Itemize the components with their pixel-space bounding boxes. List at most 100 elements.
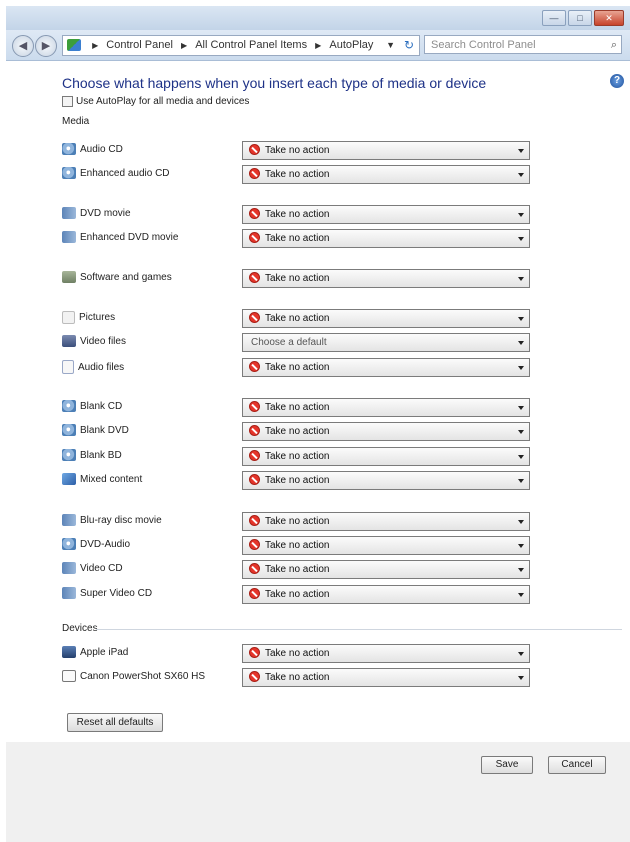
video-icon: [62, 335, 76, 347]
action-dropdown[interactable]: Take no action: [242, 644, 530, 663]
media-type-label: Super Video CD: [62, 587, 152, 599]
media-type-label: Video CD: [62, 562, 123, 574]
search-input[interactable]: Search Control Panel ⌕: [424, 35, 622, 54]
action-dropdown[interactable]: Take no action: [242, 229, 530, 248]
chevron-down-icon[interactable]: [518, 568, 524, 572]
chevron-down-icon[interactable]: [518, 520, 524, 524]
back-button[interactable]: ◀: [12, 35, 34, 57]
action-dropdown[interactable]: Take no action: [242, 447, 530, 466]
no-action-icon: [249, 401, 260, 412]
cancel-button[interactable]: Cancel: [548, 756, 606, 774]
action-dropdown[interactable]: Take no action: [242, 358, 530, 377]
media-type-label: Enhanced audio CD: [62, 167, 170, 179]
address-bar[interactable]: ▶ Control Panel ▶ All Control Panel Item…: [62, 35, 420, 56]
no-action-icon: [249, 312, 260, 323]
chevron-down-icon[interactable]: [518, 277, 524, 281]
dropdown-value: Take no action: [265, 169, 330, 180]
media-type-label: Apple iPad: [62, 646, 128, 658]
media-type-text: Pictures: [79, 312, 116, 323]
minimize-button[interactable]: —: [542, 10, 566, 26]
chevron-down-icon[interactable]: [518, 406, 524, 410]
no-action-icon: [249, 588, 260, 599]
no-action-icon: [249, 474, 260, 485]
media-type-label: Audio CD: [62, 143, 123, 155]
breadcrumb-control-panel[interactable]: Control Panel: [106, 39, 173, 51]
media-type-text: Super Video CD: [80, 587, 153, 599]
chevron-down-icon[interactable]: [518, 593, 524, 597]
chevron-down-icon[interactable]: [518, 652, 524, 656]
chevron-down-icon[interactable]: [518, 479, 524, 483]
media-type-label: DVD movie: [62, 207, 131, 219]
action-dropdown[interactable]: Choose a default: [242, 333, 530, 352]
no-action-icon: [249, 168, 260, 179]
action-dropdown[interactable]: Take no action: [242, 165, 530, 184]
media-type-text: DVD-Audio: [80, 538, 131, 550]
action-dropdown[interactable]: Take no action: [242, 309, 530, 328]
action-dropdown[interactable]: Take no action: [242, 269, 530, 288]
search-placeholder: Search Control Panel: [431, 39, 536, 51]
navigation-bar: ◀ ▶ ▶ Control Panel ▶ All Control Panel …: [6, 30, 630, 61]
action-dropdown[interactable]: Take no action: [242, 422, 530, 441]
action-dropdown[interactable]: Take no action: [242, 560, 530, 579]
chevron-down-icon[interactable]: [518, 317, 524, 321]
dropdown-value: Take no action: [265, 516, 330, 527]
reset-all-defaults-button[interactable]: Reset all defaults: [67, 713, 163, 732]
chevron-down-icon[interactable]: [518, 366, 524, 370]
chevron-down-icon[interactable]: [518, 455, 524, 459]
control-panel-icon: [67, 39, 81, 51]
search-icon[interactable]: ⌕: [611, 36, 617, 55]
media-type-label: Enhanced DVD movie: [62, 231, 178, 243]
use-autoplay-checkbox[interactable]: Use AutoPlay for all media and devices: [62, 96, 249, 107]
save-button[interactable]: Save: [481, 756, 533, 774]
media-type-label: Mixed content: [62, 473, 142, 485]
breadcrumb-autoplay[interactable]: AutoPlay: [329, 39, 373, 51]
checkbox-box[interactable]: [62, 96, 73, 107]
media-type-label: Software and games: [62, 271, 172, 283]
no-action-icon: [249, 232, 260, 243]
no-action-icon: [249, 671, 260, 682]
breadcrumb-all-items[interactable]: All Control Panel Items: [195, 39, 307, 51]
action-dropdown[interactable]: Take no action: [242, 471, 530, 490]
chevron-down-icon[interactable]: [518, 213, 524, 217]
no-action-icon: [249, 425, 260, 436]
media-type-text: Video CD: [80, 562, 123, 574]
chevron-down-icon[interactable]: [518, 676, 524, 680]
action-dropdown[interactable]: Take no action: [242, 398, 530, 417]
media-type-label: Audio files: [62, 360, 124, 374]
film-icon: [62, 587, 76, 599]
chevron-down-icon[interactable]: [518, 237, 524, 241]
chevron-down-icon[interactable]: [518, 149, 524, 153]
chevron-down-icon[interactable]: [518, 430, 524, 434]
chevron-down-icon[interactable]: [518, 341, 524, 345]
refresh-icon[interactable]: ↻: [404, 36, 414, 55]
no-action-icon: [249, 272, 260, 283]
no-action-icon: [249, 647, 260, 658]
action-dropdown[interactable]: Take no action: [242, 512, 530, 531]
no-action-icon: [249, 563, 260, 574]
address-dropdown-icon[interactable]: ▼: [386, 36, 395, 55]
media-type-label: Canon PowerShot SX60 HS: [62, 670, 205, 682]
dropdown-value: Take no action: [265, 475, 330, 486]
chevron-down-icon[interactable]: [518, 173, 524, 177]
mixed-icon: [62, 473, 76, 485]
media-type-label: Blank DVD: [62, 424, 129, 436]
action-dropdown[interactable]: Take no action: [242, 585, 530, 604]
no-action-icon: [249, 450, 260, 461]
disc-icon: [62, 424, 76, 436]
action-dropdown[interactable]: Take no action: [242, 668, 530, 687]
close-button[interactable]: ✕: [594, 10, 624, 26]
devices-divider: [96, 629, 622, 630]
device-icon: [62, 646, 76, 658]
action-dropdown[interactable]: Take no action: [242, 536, 530, 555]
forward-button[interactable]: ▶: [35, 35, 57, 57]
title-bar: — □ ✕: [6, 6, 630, 30]
action-dropdown[interactable]: Take no action: [242, 141, 530, 160]
maximize-button[interactable]: □: [568, 10, 592, 26]
chevron-down-icon[interactable]: [518, 544, 524, 548]
action-dropdown[interactable]: Take no action: [242, 205, 530, 224]
media-type-text: Audio CD: [80, 143, 123, 155]
dropdown-value: Choose a default: [251, 337, 327, 348]
film-icon: [62, 231, 76, 243]
media-type-text: Audio files: [78, 361, 125, 373]
help-icon[interactable]: ?: [610, 74, 624, 88]
